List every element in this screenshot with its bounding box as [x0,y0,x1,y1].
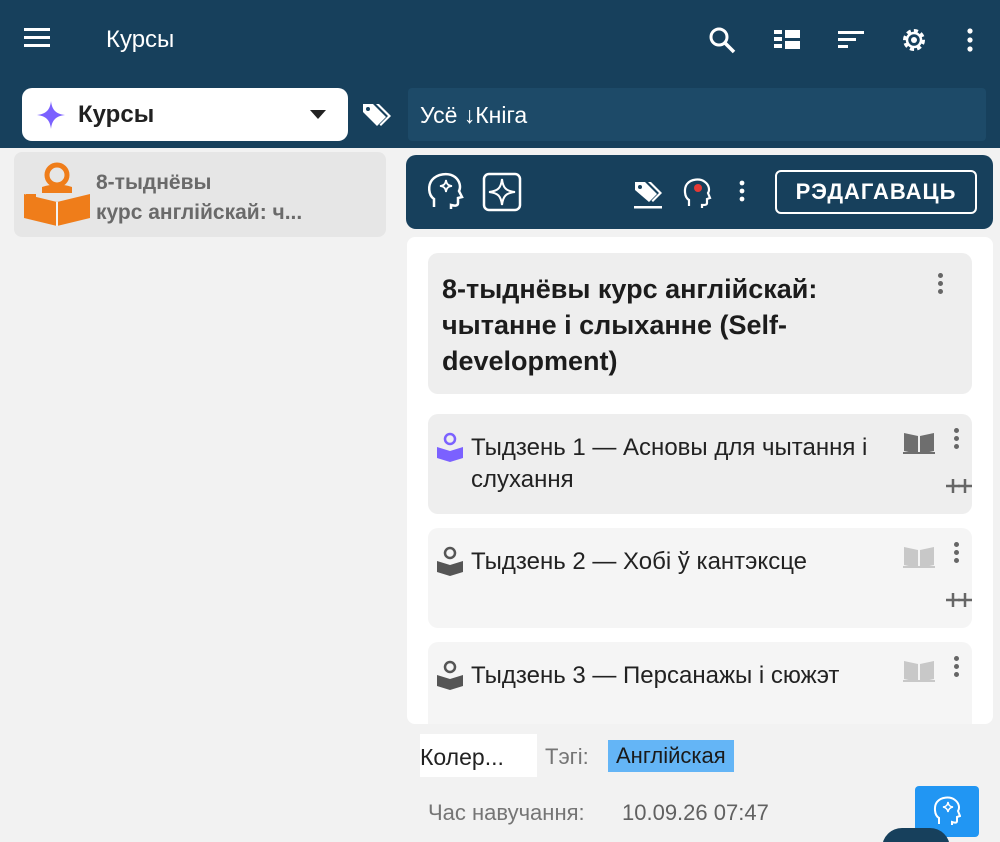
week-item[interactable]: Тыдзень 1 — Асновы для чытання і слуханн… [428,414,972,514]
add-icon[interactable] [946,590,974,610]
detail-panel: 8-тыднёвы курс англійскай: чытанне і слы… [407,237,993,724]
colors-label: Колер... [420,744,504,770]
add-icon[interactable] [946,476,974,496]
filter-field[interactable]: Усё ↓Кніга [408,88,986,141]
more-vert-icon[interactable] [954,656,960,677]
tags-icon[interactable] [632,179,664,209]
menu-icon[interactable] [22,26,52,50]
study-time-value: 10.09.26 07:47 [622,800,769,825]
ai-head-icon [933,796,961,825]
dropdown-label: Курсы [78,101,155,128]
course-header-card[interactable]: 8-тыднёвы курс англійскай: чытанне і слы… [428,253,972,394]
reader-avatar-icon [24,162,90,226]
page-title: Курсы [106,26,175,53]
book-icon[interactable] [902,544,936,570]
colors-field[interactable]: Колер... [420,734,537,777]
week-item[interactable]: Тыдзень 2 — Хобі ў кантэксце [428,528,972,628]
category-dropdown[interactable]: Курсы [22,88,348,141]
more-vert-icon[interactable] [954,24,986,56]
week-item[interactable]: Тыдзень 3 — Персанажы і сюжэт [428,642,972,724]
sort-icon[interactable] [835,24,867,56]
gear-icon[interactable] [898,24,930,56]
tag-chip[interactable]: Англійская [608,740,734,772]
brain-head-icon[interactable] [682,177,712,209]
detail-toolbar: РЭДАГАВАЦЬ [406,155,993,229]
more-vert-icon[interactable] [954,542,960,563]
week-title: Тыдзень 3 — Персанажы і сюжэт [471,662,840,689]
course-title: 8-тыднёвы курс англійскай: чытанне і слы… [442,274,818,376]
study-time-label: Час навучання: [428,800,585,825]
book-icon[interactable] [902,430,936,456]
filter-text: Усё ↓Кніга [420,102,528,128]
week-title: Тыдзень 2 — Хобі ў кантэксце [471,548,808,575]
book-icon[interactable] [902,658,936,684]
chevron-down-icon [310,110,326,119]
reader-icon [437,432,463,462]
edit-button[interactable]: РЭДАГАВАЦЬ [775,170,977,214]
sparkle-icon [37,101,65,129]
week-title: Тыдзень 1 — Асновы для чытання і слуханн… [471,434,868,493]
ai-head-icon[interactable] [426,171,464,211]
view-list-icon[interactable] [771,24,803,56]
reader-icon [437,546,463,576]
more-vert-icon[interactable] [938,273,944,294]
list-item-title: 8-тыднёвы курс англійскай: ч... [96,171,303,224]
search-icon[interactable] [706,24,738,56]
more-vert-icon[interactable] [954,428,960,449]
list-item[interactable]: 8-тыднёвы курс англійскай: ч... [14,152,386,237]
more-vert-icon[interactable] [736,179,748,205]
tags-icon[interactable] [360,100,392,130]
app-bar: Курсы Курсы Усё ↓Кніга [0,0,1000,148]
reader-icon [437,660,463,690]
bottom-sheet-handle[interactable] [882,828,950,842]
tags-label: Тэгі: [545,744,589,769]
sparkle-box-icon[interactable] [482,172,522,212]
